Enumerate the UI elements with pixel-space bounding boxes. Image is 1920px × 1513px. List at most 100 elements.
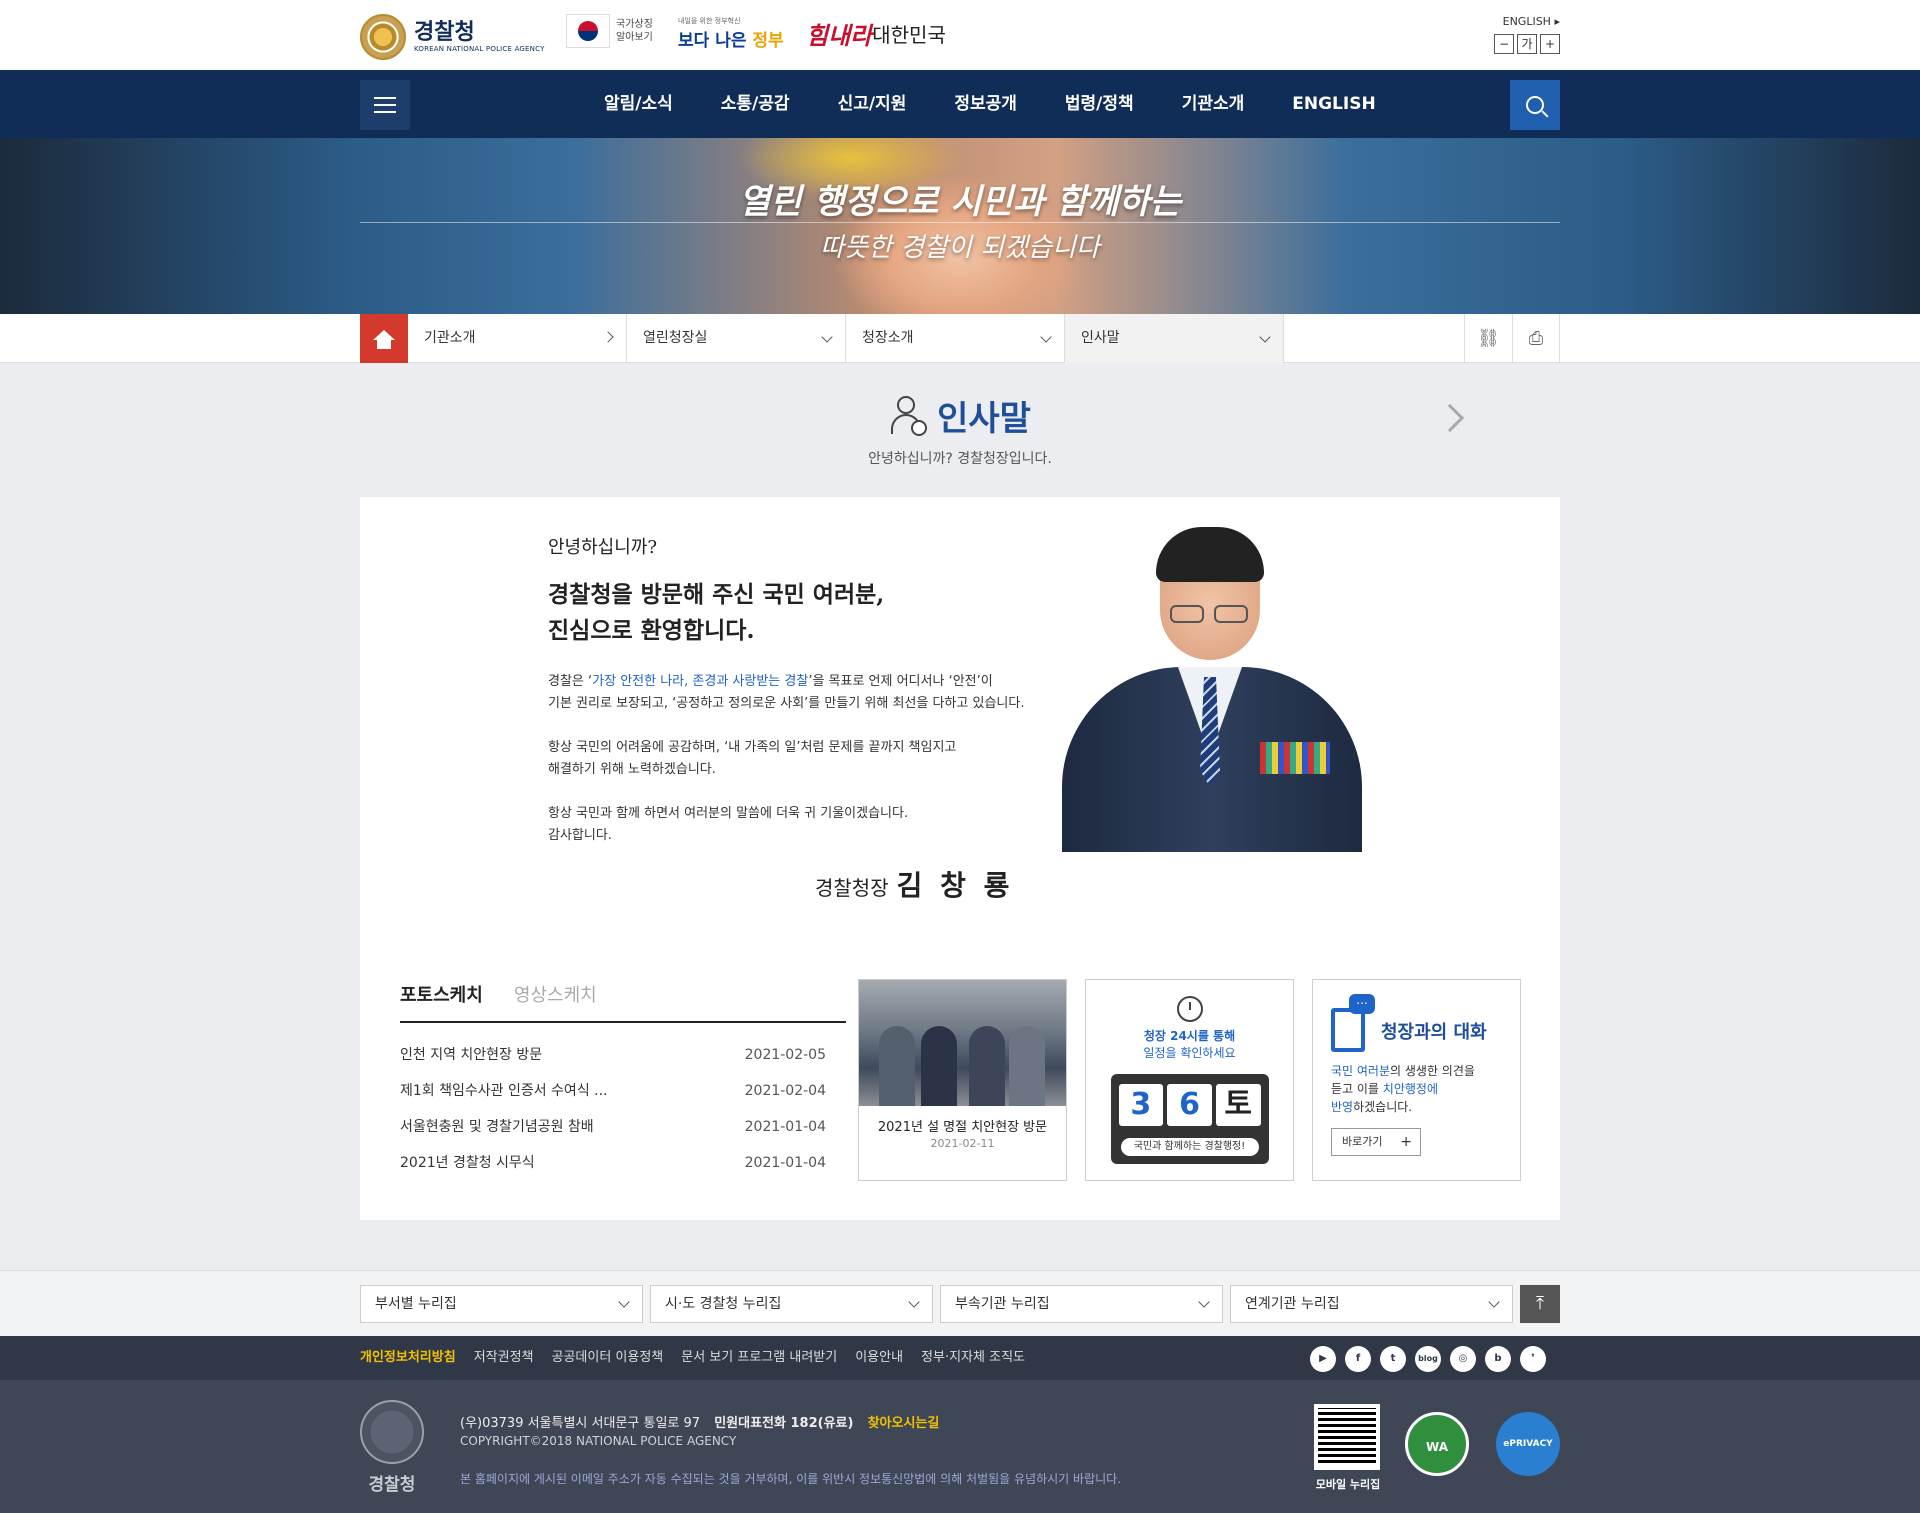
breadcrumb-label: 기관소개	[424, 330, 476, 346]
p1-emphasis: 가장 안전한 나라, 존경과 사랑받는 경찰	[592, 674, 809, 689]
calendar-digit: 6	[1167, 1084, 1212, 1126]
list-item[interactable]: 제1회 책임수사관 인증서 수여식 ... 2021-02-04	[400, 1073, 826, 1109]
family-select-label: 부속기관 누리집	[955, 1296, 1050, 1312]
gnb-item-about[interactable]: 기관소개	[1158, 70, 1269, 138]
font-label: 가	[1517, 34, 1537, 54]
talk-title: 청장과의 대화	[1381, 1022, 1487, 1043]
logo-text: 경찰청 KOREAN NATIONAL POLICE AGENCY	[414, 20, 545, 54]
banner-line-1: 열린 행정으로 시민과 함께하는	[738, 182, 1182, 222]
scroll-top-button[interactable]: ⤒	[1520, 1285, 1560, 1323]
instagram-icon[interactable]: ◎	[1450, 1346, 1476, 1372]
gnb-item-disclosure[interactable]: 정보공개	[930, 70, 1041, 138]
page-title: 인사말	[937, 399, 1031, 439]
gnb-item-english[interactable]: ENGLISH	[1268, 70, 1399, 138]
footer-links: 개인정보처리방침 저작권정책 공공데이터 이용정책 문서 보기 프로그램 내려받…	[360, 1336, 1043, 1380]
english-link[interactable]: ENGLISH ▸	[1494, 15, 1560, 28]
eprivacy-badge[interactable]: ePRIVACY	[1496, 1412, 1560, 1476]
address-text: (우)03739 서울특별시 서대문구 통일로 97	[460, 1416, 701, 1431]
national-symbol-link[interactable]: 국가상징 알아보기	[566, 14, 653, 48]
search-button[interactable]	[1510, 80, 1560, 130]
gnb-item-communication[interactable]: 소통/공감	[697, 70, 814, 138]
share-link-button[interactable]: ⛓	[1464, 314, 1512, 363]
breadcrumb-label: 청장소개	[862, 330, 914, 346]
family-select-related[interactable]: 연계기관 누리집	[1230, 1285, 1513, 1323]
phone-text: 민원대표전화 182(유료)	[714, 1416, 854, 1431]
breadcrumb-item-commissioner[interactable]: 청장소개	[846, 314, 1065, 363]
family-select-affiliated[interactable]: 부속기관 누리집	[940, 1285, 1223, 1323]
footer: 경찰청 (우)03739 서울특별시 서대문구 통일로 97 민원대표전화 18…	[0, 1380, 1920, 1513]
qr-code-icon[interactable]	[1314, 1404, 1380, 1470]
breadcrumb-item-greeting[interactable]: 인사말	[1065, 314, 1284, 363]
sketch-tabs: 포토스케치 영상스케치	[400, 981, 846, 1023]
home-button[interactable]	[360, 314, 408, 363]
tab-video-sketch[interactable]: 영상스케치	[514, 981, 597, 1017]
greeting-content: 안녕하십니까? 경찰청을 방문해 주신 국민 여러분, 진심으로 환영합니다. …	[360, 497, 1560, 1220]
national-symbol-label: 국가상징 알아보기	[616, 18, 653, 44]
talk-text-2: 듣고 이를	[1331, 1082, 1383, 1096]
page-title-row: 인사말	[0, 391, 1920, 440]
news-date: 2021-02-05	[744, 1047, 826, 1063]
photo-card[interactable]: 2021년 설 명절 치안현장 방문 2021-02-11	[858, 979, 1067, 1181]
gnb-menu: 알림/소식 소통/공감 신고/지원 정보공개 법령/정책 기관소개 ENGLIS…	[580, 70, 1400, 138]
gov-org-chart-link[interactable]: 정부·지자체 조직도	[921, 1336, 1025, 1380]
calendar-digit: 3	[1118, 1084, 1164, 1126]
news-list: 인천 지역 치안현장 방문 2021-02-05 제1회 책임수사관 인증서 수여…	[400, 1037, 826, 1181]
schedule-card[interactable]: 청장 24시를 통해 일정을 확인하세요 3 6 토 국민과 함께하는 경찰행정…	[1085, 979, 1294, 1181]
chevron-down-icon	[908, 1296, 920, 1308]
gnb-item-news[interactable]: 알림/소식	[580, 70, 697, 138]
privacy-policy-link[interactable]: 개인정보처리방침	[360, 1336, 456, 1380]
viewer-download-link[interactable]: 문서 보기 프로그램 내려받기	[681, 1336, 837, 1380]
p2-line-2: 해결하기 위해 노력하겠습니다.	[548, 762, 716, 777]
signature: 경찰청장 김 창 룡	[815, 864, 1013, 904]
chevron-down-icon	[1259, 331, 1271, 343]
copyright-policy-link[interactable]: 저작권정책	[474, 1336, 534, 1380]
footer-address: (우)03739 서울특별시 서대문구 통일로 97 민원대표전화 182(유료…	[460, 1412, 939, 1431]
font-decrease-button[interactable]: −	[1494, 34, 1514, 54]
list-item[interactable]: 인천 지역 치안현장 방문 2021-02-05	[400, 1037, 826, 1073]
facebook-icon[interactable]: f	[1345, 1346, 1371, 1372]
directions-link[interactable]: 찾아오시는길	[868, 1416, 940, 1431]
family-select-label: 시·도 경찰청 누리집	[665, 1296, 782, 1312]
chevron-down-icon	[1040, 331, 1052, 343]
greeting-headline: 경찰청을 방문해 주신 국민 여러분, 진심으로 환영합니다.	[548, 577, 1108, 649]
family-select-departments[interactable]: 부서별 누리집	[360, 1285, 643, 1323]
slogan-logo[interactable]: 힘내라 대한민국	[806, 16, 946, 51]
breadcrumb-item-office[interactable]: 열린청장실	[627, 314, 846, 363]
family-select-label: 연계기관 누리집	[1245, 1296, 1340, 1312]
better-gov-small: 내일을 위한 정부혁신	[678, 17, 741, 25]
talk-go-button[interactable]: 바로가기	[1331, 1128, 1421, 1156]
greeting-hello: 안녕하십니까?	[548, 537, 658, 558]
chevron-right-icon	[602, 331, 614, 343]
blog-icon[interactable]: blog	[1415, 1346, 1441, 1372]
gnb-item-report[interactable]: 신고/지원	[814, 70, 931, 138]
twitter-icon[interactable]: t	[1380, 1346, 1406, 1372]
tab-photo-sketch[interactable]: 포토스케치	[400, 981, 483, 1017]
family-select-label: 부서별 누리집	[375, 1296, 457, 1312]
usage-guide-link[interactable]: 이용안내	[855, 1336, 903, 1380]
font-increase-button[interactable]: +	[1540, 34, 1560, 54]
p2-line-1: 항상 국민의 어려움에 공감하며, ‘내 가족의 일’처럼 문제를 끝까지 책임…	[548, 740, 957, 755]
list-item[interactable]: 서울현충원 및 경찰기념공원 참배 2021-01-04	[400, 1109, 826, 1145]
print-button[interactable]: ⎙	[1512, 314, 1560, 363]
youtube-icon[interactable]: ▶	[1310, 1346, 1336, 1372]
public-data-policy-link[interactable]: 공공데이터 이용정책	[552, 1336, 664, 1380]
talk-description: 국민 여러분의 생생한 의견을 듣고 이를 치안행정에 반영하겠습니다.	[1331, 1062, 1511, 1116]
national-symbol-label-1: 국가상징	[616, 19, 653, 30]
greeting-text: 안녕하십니까? 경찰청을 방문해 주신 국민 여러분, 진심으로 환영합니다. …	[548, 533, 1108, 847]
kakao-story-icon[interactable]: ❜	[1520, 1346, 1546, 1372]
gnb-item-law[interactable]: 법령/정책	[1041, 70, 1158, 138]
calendar-caption: 국민과 함께하는 경찰행정!	[1120, 1138, 1259, 1156]
greeting-paragraph-3: 항상 국민과 함께 하면서 여러분의 말씀에 더욱 귀 기울이겠습니다. 감사합…	[548, 803, 1108, 847]
list-item[interactable]: 2021년 경찰청 시무식 2021-01-04	[400, 1145, 826, 1181]
web-accessibility-badge[interactable]: WA	[1405, 1412, 1469, 1476]
site-logo[interactable]: 경찰청 KOREAN NATIONAL POLICE AGENCY	[360, 14, 545, 60]
all-menu-button[interactable]	[360, 80, 410, 130]
greeting-paragraph-1: 경찰은 ‘가장 안전한 나라, 존경과 사랑받는 경찰’을 목표로 언제 어디서…	[548, 671, 1108, 715]
band-icon[interactable]: b	[1485, 1346, 1511, 1372]
breadcrumb-item-about[interactable]: 기관소개	[408, 314, 627, 363]
logo-title: 경찰청	[414, 20, 475, 45]
better-government-link[interactable]: 내일을 위한 정부혁신 보다 나은 정부	[678, 16, 784, 51]
copyright-text: COPYRIGHT©2018 NATIONAL POLICE AGENCY	[460, 1434, 737, 1448]
family-select-provincial[interactable]: 시·도 경찰청 누리집	[650, 1285, 933, 1323]
chevron-down-icon	[1198, 1296, 1210, 1308]
